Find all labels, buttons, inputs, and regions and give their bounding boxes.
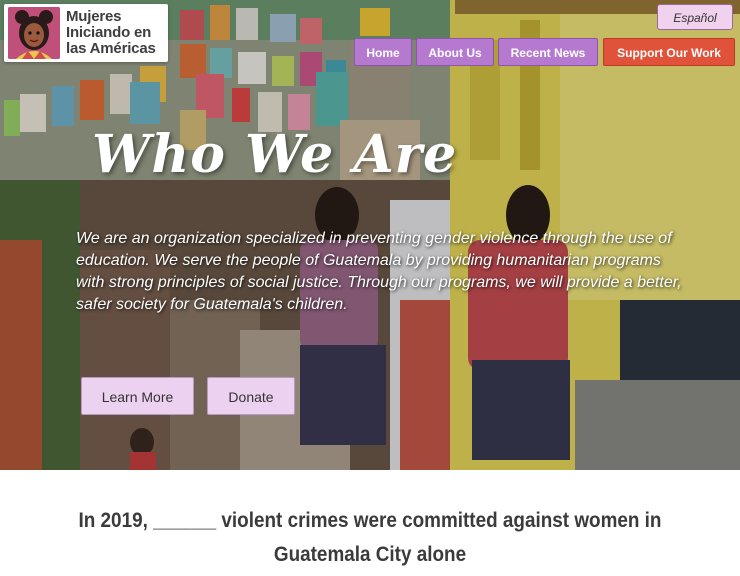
brand-name-line1: Mujeres — [66, 8, 122, 25]
nav-recent-news[interactable]: Recent News — [498, 38, 598, 66]
learn-more-button[interactable]: Learn More — [81, 377, 194, 415]
brand-logo[interactable]: Mujeres Iniciando en las Américas — [4, 4, 168, 62]
hero-description: We are an organization specialized in pr… — [76, 230, 682, 313]
woman-portrait-icon — [8, 7, 60, 59]
hero-title: Who We Are — [92, 124, 458, 185]
statistic-heading: In 2019, ______ violent crimes were comm… — [78, 509, 662, 566]
language-toggle-button[interactable]: Español — [657, 4, 733, 30]
brand-name-line3: las Américas — [66, 40, 156, 57]
nav-support-our-work[interactable]: Support Our Work — [603, 38, 735, 66]
nav-home[interactable]: Home — [354, 38, 412, 66]
nav-about-us[interactable]: About Us — [416, 38, 494, 66]
brand-name-line2: Iniciando en — [66, 24, 152, 41]
hero-section: Mujeres Iniciando en las Américas Españo… — [0, 0, 740, 470]
donate-button[interactable]: Donate — [207, 377, 295, 415]
brand-name: Mujeres Iniciando en las Américas — [66, 9, 166, 57]
